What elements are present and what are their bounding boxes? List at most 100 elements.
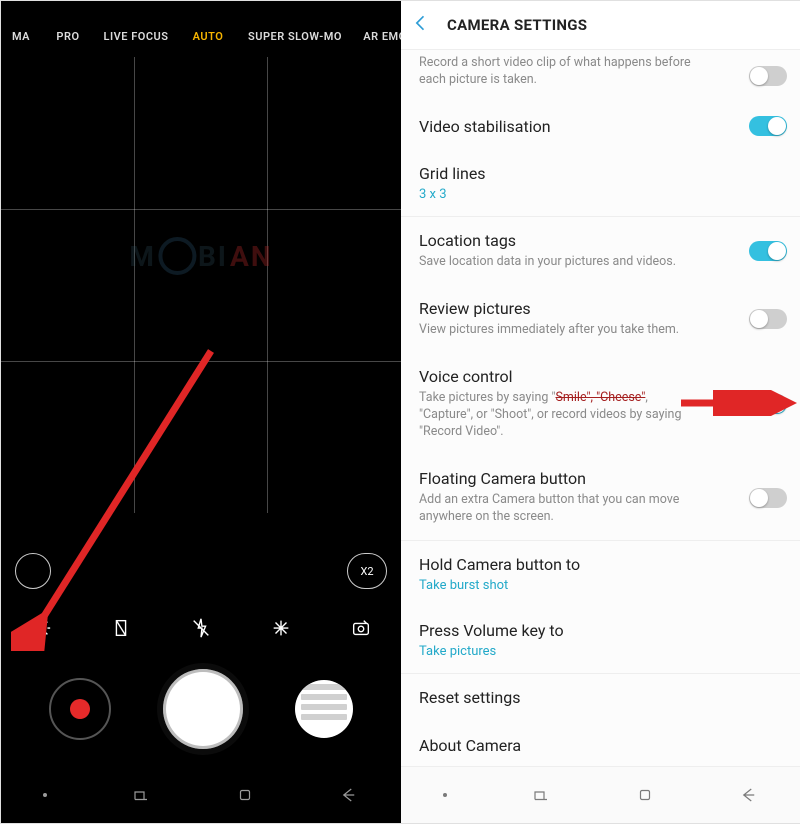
record-dot-icon (70, 699, 90, 719)
nav-back-button[interactable] (739, 785, 759, 805)
mode-auto[interactable]: AUTO (181, 30, 235, 43)
aspect-button[interactable] (350, 617, 372, 639)
toggle[interactable] (749, 66, 787, 86)
flash-button[interactable] (190, 617, 212, 639)
setting-label: Review pictures (419, 299, 785, 318)
toggle[interactable] (749, 309, 787, 329)
grid-line (1, 209, 401, 210)
toggle[interactable] (749, 116, 787, 136)
setting-location-tags[interactable]: Location tags Save location data in your… (401, 217, 800, 285)
thumb-line-icon (301, 694, 347, 700)
nav-recents-button[interactable] (531, 785, 551, 805)
flash-off-icon (190, 617, 212, 639)
setting-label: Grid lines (419, 164, 785, 183)
settings-list[interactable]: Record a short video clip of what happen… (401, 49, 800, 767)
page-title: CAMERA SETTINGS (447, 16, 587, 34)
setting-reset[interactable]: Reset settings (401, 674, 800, 721)
switch-camera-icon (16, 554, 50, 588)
toggle[interactable] (749, 241, 787, 261)
home-icon (636, 786, 654, 804)
watermark-text: BI (198, 240, 228, 273)
sparkle-icon (270, 617, 292, 639)
nav-home-button[interactable] (635, 785, 655, 805)
setting-label: About Camera (419, 736, 785, 755)
back-icon (740, 786, 758, 804)
toggle-knob-icon (768, 242, 786, 260)
back-icon (340, 786, 358, 804)
shutter-row (1, 663, 401, 755)
nav-back-button[interactable] (339, 785, 359, 805)
mode-pro[interactable]: PRO (45, 30, 91, 43)
grid-line (134, 57, 135, 513)
shutter-button[interactable] (157, 663, 249, 755)
system-nav-bar (401, 766, 800, 823)
setting-label: Voice control (419, 367, 785, 386)
setting-sub: Save location data in your pictures and … (419, 254, 699, 271)
thumb-line-icon (301, 714, 347, 720)
gallery-thumbnail[interactable] (295, 680, 353, 738)
setting-label: Reset settings (419, 688, 785, 707)
setting-press-volume-key[interactable]: Press Volume key to Take pictures (401, 607, 800, 673)
setting-value: Take burst shot (419, 578, 785, 593)
viewfinder[interactable]: M BI AN (1, 57, 401, 513)
toggle-knob-icon (768, 117, 786, 135)
toggle-knob-icon (750, 67, 768, 85)
mode-panorama[interactable]: MA (1, 30, 41, 43)
mode-strip[interactable]: MA PRO LIVE FOCUS AUTO SUPER SLOW-MO AR … (1, 1, 401, 57)
back-button[interactable] (411, 13, 431, 37)
setting-label: Hold Camera button to (419, 555, 785, 574)
setting-label: Press Volume key to (419, 621, 785, 640)
nav-recents-button[interactable] (131, 785, 151, 805)
zoom-button[interactable]: X2 (347, 553, 387, 589)
thumb-line-icon (301, 704, 347, 710)
recents-icon (532, 786, 550, 804)
recents-icon (132, 786, 150, 804)
watermark-text: AN (230, 240, 273, 273)
toggle[interactable] (749, 394, 787, 414)
setting-motion-photo[interactable]: Record a short video clip of what happen… (401, 49, 800, 103)
mode-super-slowmo[interactable]: SUPER SLOW-MO (239, 30, 351, 43)
camera-settings-screen: CAMERA SETTINGS Record a short video cli… (401, 1, 800, 823)
setting-floating-camera-button[interactable]: Floating Camera button Add an extra Came… (401, 455, 800, 540)
watermark-ring-icon (158, 237, 196, 275)
nav-assistant-icon[interactable] (43, 793, 47, 797)
setting-label: Location tags (419, 231, 785, 250)
fullscreen-button[interactable] (110, 617, 132, 639)
setting-about[interactable]: About Camera (401, 722, 800, 767)
setting-sub: Take pictures by saying "Smile", "Cheese… (419, 390, 699, 441)
record-button[interactable] (49, 678, 111, 740)
filters-button[interactable] (270, 617, 292, 639)
settings-header: CAMERA SETTINGS (401, 1, 800, 50)
mode-live-focus[interactable]: LIVE FOCUS (95, 30, 177, 43)
toggle-knob-icon (768, 395, 786, 413)
chevron-left-icon (411, 13, 431, 33)
setting-grid-lines[interactable]: Grid lines 3 x 3 (401, 150, 800, 216)
nav-home-button[interactable] (235, 785, 255, 805)
grid-line (1, 361, 401, 362)
setting-voice-control[interactable]: Voice control Take pictures by saying "S… (401, 353, 800, 455)
setting-sub: Record a short video clip of what happen… (419, 55, 699, 89)
setting-sub-text: Take pictures by saying " (419, 390, 556, 405)
thumb-line-icon (301, 684, 347, 690)
camera-app: MA PRO LIVE FOCUS AUTO SUPER SLOW-MO AR … (1, 1, 401, 823)
gear-icon (30, 617, 52, 639)
home-icon (236, 786, 254, 804)
nav-assistant-icon[interactable] (443, 793, 447, 797)
setting-sub: Add an extra Camera button that you can … (419, 492, 699, 526)
toggle-knob-icon (750, 489, 768, 507)
watermark-text: M (129, 240, 156, 273)
zoom-label: X2 (360, 565, 373, 578)
watermark: M BI AN (129, 237, 272, 275)
setting-review-pictures[interactable]: Review pictures View pictures immediatel… (401, 285, 800, 353)
settings-button[interactable] (30, 617, 52, 639)
camera-toolbar (1, 605, 401, 651)
setting-video-stabilisation[interactable]: Video stabilisation (401, 103, 800, 150)
setting-sub-strike: Smile", "Cheese" (556, 390, 646, 405)
setting-value: 3 x 3 (419, 187, 785, 202)
setting-label: Video stabilisation (419, 117, 785, 136)
setting-value: Take pictures (419, 644, 785, 659)
toggle[interactable] (749, 488, 787, 508)
setting-hold-camera-button[interactable]: Hold Camera button to Take burst shot (401, 541, 800, 607)
switch-camera-button[interactable] (15, 553, 51, 589)
toggle-knob-icon (750, 310, 768, 328)
